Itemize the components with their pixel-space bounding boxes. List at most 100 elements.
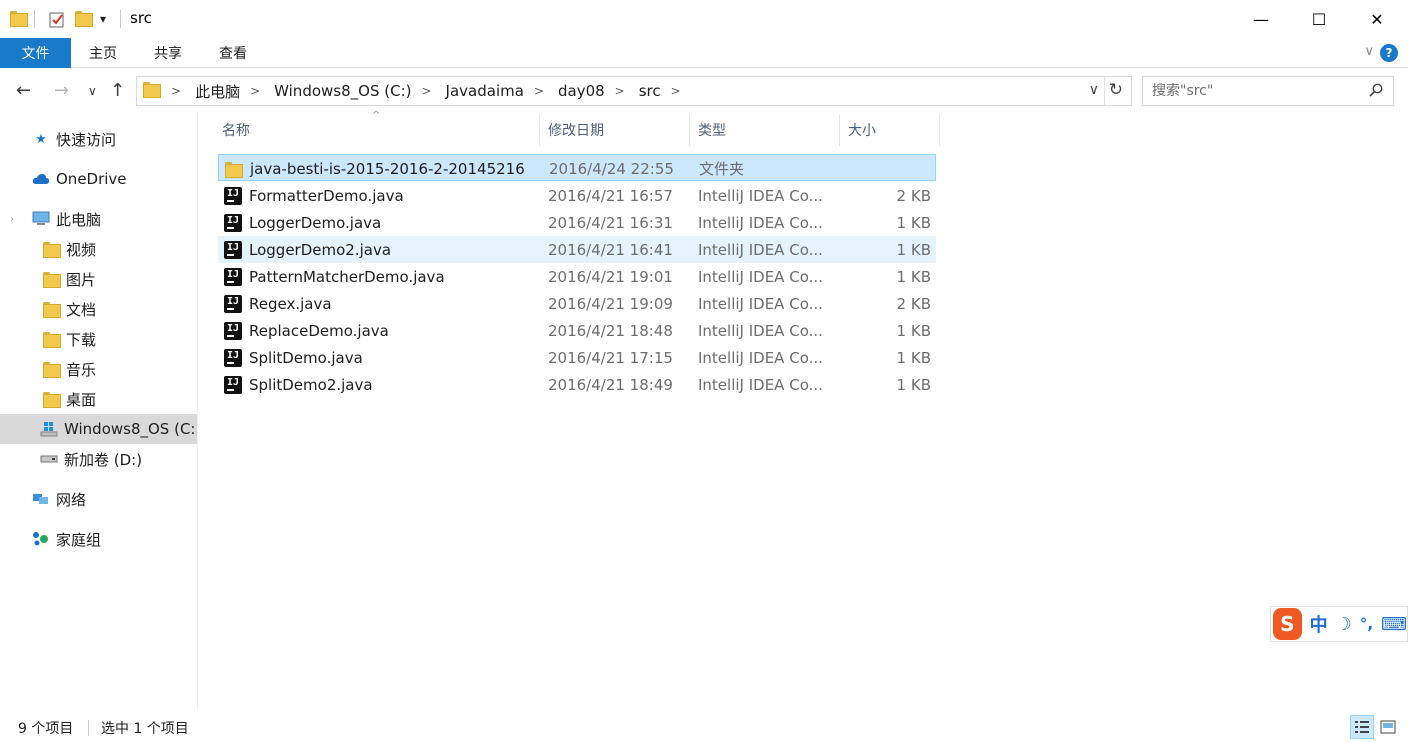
file-type: IntelliJ IDEA Co... bbox=[698, 321, 823, 340]
minimize-button[interactable]: — bbox=[1232, 0, 1290, 38]
file-row[interactable]: IJ LoggerDemo2.java 2016/4/21 16:41 Intel… bbox=[218, 236, 936, 263]
expand-ribbon-icon[interactable]: ∨ bbox=[1364, 44, 1374, 59]
divider bbox=[120, 10, 121, 28]
close-button[interactable]: ✕ bbox=[1348, 0, 1406, 38]
sidebar-item-documents[interactable]: 文档 bbox=[0, 294, 197, 324]
back-button[interactable]: ← bbox=[16, 80, 31, 101]
sidebar-item-onedrive[interactable]: OneDrive bbox=[0, 164, 197, 194]
file-row[interactable]: IJ PatternMatcherDemo.java 2016/4/21 19:0… bbox=[218, 263, 936, 290]
file-type: IntelliJ IDEA Co... bbox=[698, 240, 823, 259]
tab-view[interactable]: 查看 bbox=[205, 38, 261, 68]
sidebar-item-label: 桌面 bbox=[66, 390, 97, 409]
sidebar-item-this-pc[interactable]: › 此电脑 bbox=[0, 204, 197, 234]
music-folder-icon bbox=[42, 361, 61, 378]
file-date: 2016/4/21 16:57 bbox=[548, 186, 673, 205]
help-icon[interactable]: ? bbox=[1380, 44, 1398, 62]
tab-share[interactable]: 共享 bbox=[140, 38, 196, 68]
file-name: SplitDemo.java bbox=[249, 348, 363, 367]
file-name: ReplaceDemo.java bbox=[249, 321, 389, 340]
quick-access-toolbar-dropdown[interactable]: ▾ bbox=[100, 12, 116, 28]
file-row[interactable]: IJ Regex.java 2016/4/21 19:09 IntelliJ ID… bbox=[218, 290, 936, 317]
address-bar[interactable]: > 此电脑 > Windows8_OS (C:) > Javadaima > d… bbox=[136, 76, 1132, 106]
file-date: 2016/4/21 18:48 bbox=[548, 321, 673, 340]
ime-mode-toggle[interactable]: 中 bbox=[1310, 611, 1328, 637]
sidebar-item-desktop[interactable]: 桌面 bbox=[0, 384, 197, 414]
tab-file[interactable]: 文件 bbox=[0, 38, 71, 68]
sogou-logo-icon[interactable]: S bbox=[1273, 608, 1302, 640]
file-size: 2 KB bbox=[896, 186, 931, 205]
breadcrumb-day08[interactable]: day08 bbox=[558, 82, 605, 100]
breadcrumb-separator[interactable]: > bbox=[250, 84, 260, 98]
chevron-right-icon[interactable]: › bbox=[10, 214, 14, 225]
breadcrumb-separator[interactable]: > bbox=[171, 84, 181, 98]
search-box[interactable] bbox=[1142, 76, 1394, 106]
file-row[interactable]: IJ SplitDemo.java 2016/4/21 17:15 Intelli… bbox=[218, 344, 936, 371]
network-icon bbox=[32, 491, 50, 507]
breadcrumb-javadaima[interactable]: Javadaima bbox=[446, 82, 524, 100]
forward-button[interactable]: → bbox=[54, 80, 69, 101]
new-folder-icon[interactable] bbox=[75, 11, 93, 27]
tab-home[interactable]: 主页 bbox=[75, 38, 131, 68]
videos-folder-icon bbox=[42, 241, 61, 258]
file-size: 1 KB bbox=[896, 213, 931, 232]
sidebar-item-videos[interactable]: 视频 bbox=[0, 234, 197, 264]
sidebar-item-label: 视频 bbox=[66, 240, 97, 259]
up-button[interactable]: ↑ bbox=[110, 80, 125, 101]
sidebar-item-pictures[interactable]: 图片 bbox=[0, 264, 197, 294]
search-input[interactable] bbox=[1152, 83, 1352, 99]
recent-locations-button[interactable]: ∨ bbox=[88, 84, 97, 98]
breadcrumb-this-pc[interactable]: 此电脑 bbox=[195, 81, 240, 102]
file-row[interactable]: IJ LoggerDemo.java 2016/4/21 16:31 Intell… bbox=[218, 209, 936, 236]
sidebar-item-network[interactable]: 网络 bbox=[0, 484, 197, 514]
keyboard-icon[interactable]: ⌨ bbox=[1381, 614, 1407, 635]
column-header-name[interactable]: 名称 bbox=[216, 114, 540, 146]
sidebar-item-drive-c[interactable]: Windows8_OS (C:) bbox=[0, 414, 197, 444]
file-name: LoggerDemo2.java bbox=[249, 240, 392, 259]
details-view-button[interactable] bbox=[1350, 715, 1374, 739]
file-size: 1 KB bbox=[896, 240, 931, 259]
moon-icon[interactable]: ☽ bbox=[1336, 614, 1352, 635]
maximize-button[interactable]: ☐ bbox=[1290, 0, 1348, 38]
file-date: 2016/4/21 16:31 bbox=[548, 213, 673, 232]
sidebar-item-label: 网络 bbox=[56, 490, 87, 509]
intellij-file-icon: IJ bbox=[224, 292, 242, 313]
breadcrumb-src[interactable]: src bbox=[639, 82, 661, 100]
column-header-type[interactable]: 类型 bbox=[692, 114, 840, 146]
navigation-pane: ★ 快速访问 OneDrive › 此电脑 视频 图片 文档 下载 音乐 桌面 bbox=[0, 112, 198, 710]
file-date: 2016/4/21 19:09 bbox=[548, 294, 673, 313]
intellij-file-icon: IJ bbox=[224, 346, 242, 367]
sidebar-item-quick-access[interactable]: ★ 快速访问 bbox=[0, 124, 197, 154]
column-header-date[interactable]: 修改日期 bbox=[542, 114, 690, 146]
properties-icon[interactable] bbox=[48, 11, 64, 28]
file-row[interactable]: IJ FormatterDemo.java 2016/4/21 16:57 Int… bbox=[218, 182, 936, 209]
file-row[interactable]: java-besti-is-2015-2016-2-20145216 2016/… bbox=[218, 154, 936, 181]
breadcrumb-separator[interactable]: > bbox=[615, 84, 625, 98]
sidebar-item-homegroup[interactable]: 家庭组 bbox=[0, 524, 197, 554]
punctuation-icon[interactable]: °, bbox=[1360, 615, 1373, 633]
details-view-icon bbox=[1355, 721, 1369, 733]
breadcrumb-separator[interactable]: > bbox=[671, 84, 681, 98]
search-icon[interactable] bbox=[1369, 83, 1383, 97]
file-size: 1 KB bbox=[896, 348, 931, 367]
file-type: IntelliJ IDEA Co... bbox=[698, 213, 823, 232]
file-name: java-besti-is-2015-2016-2-20145216 bbox=[250, 159, 525, 178]
column-header-size[interactable]: 大小 bbox=[842, 114, 940, 146]
computer-icon bbox=[32, 211, 50, 227]
file-row[interactable]: IJ SplitDemo2.java 2016/4/21 18:49 Intell… bbox=[218, 371, 936, 398]
file-size: 1 KB bbox=[896, 375, 931, 394]
breadcrumb-drive-c[interactable]: Windows8_OS (C:) bbox=[274, 82, 411, 100]
windows-drive-icon bbox=[40, 421, 58, 437]
breadcrumb-separator[interactable]: > bbox=[421, 84, 431, 98]
sidebar-item-label: 文档 bbox=[66, 300, 97, 319]
sidebar-item-drive-d[interactable]: 新加卷 (D:) bbox=[0, 444, 197, 474]
large-icons-view-button[interactable] bbox=[1376, 715, 1400, 739]
sidebar-item-downloads[interactable]: 下载 bbox=[0, 324, 197, 354]
refresh-button[interactable]: ↻ bbox=[1109, 80, 1123, 100]
address-dropdown-icon[interactable]: ∨ bbox=[1089, 82, 1099, 98]
intellij-file-icon: IJ bbox=[224, 211, 242, 232]
ime-toolbar[interactable]: S 中 ☽ °, ⌨ bbox=[1270, 606, 1408, 642]
sidebar-item-music[interactable]: 音乐 bbox=[0, 354, 197, 384]
file-row[interactable]: IJ ReplaceDemo.java 2016/4/21 18:48 Intel… bbox=[218, 317, 936, 344]
breadcrumb-separator[interactable]: > bbox=[534, 84, 544, 98]
folder-icon bbox=[10, 11, 28, 27]
